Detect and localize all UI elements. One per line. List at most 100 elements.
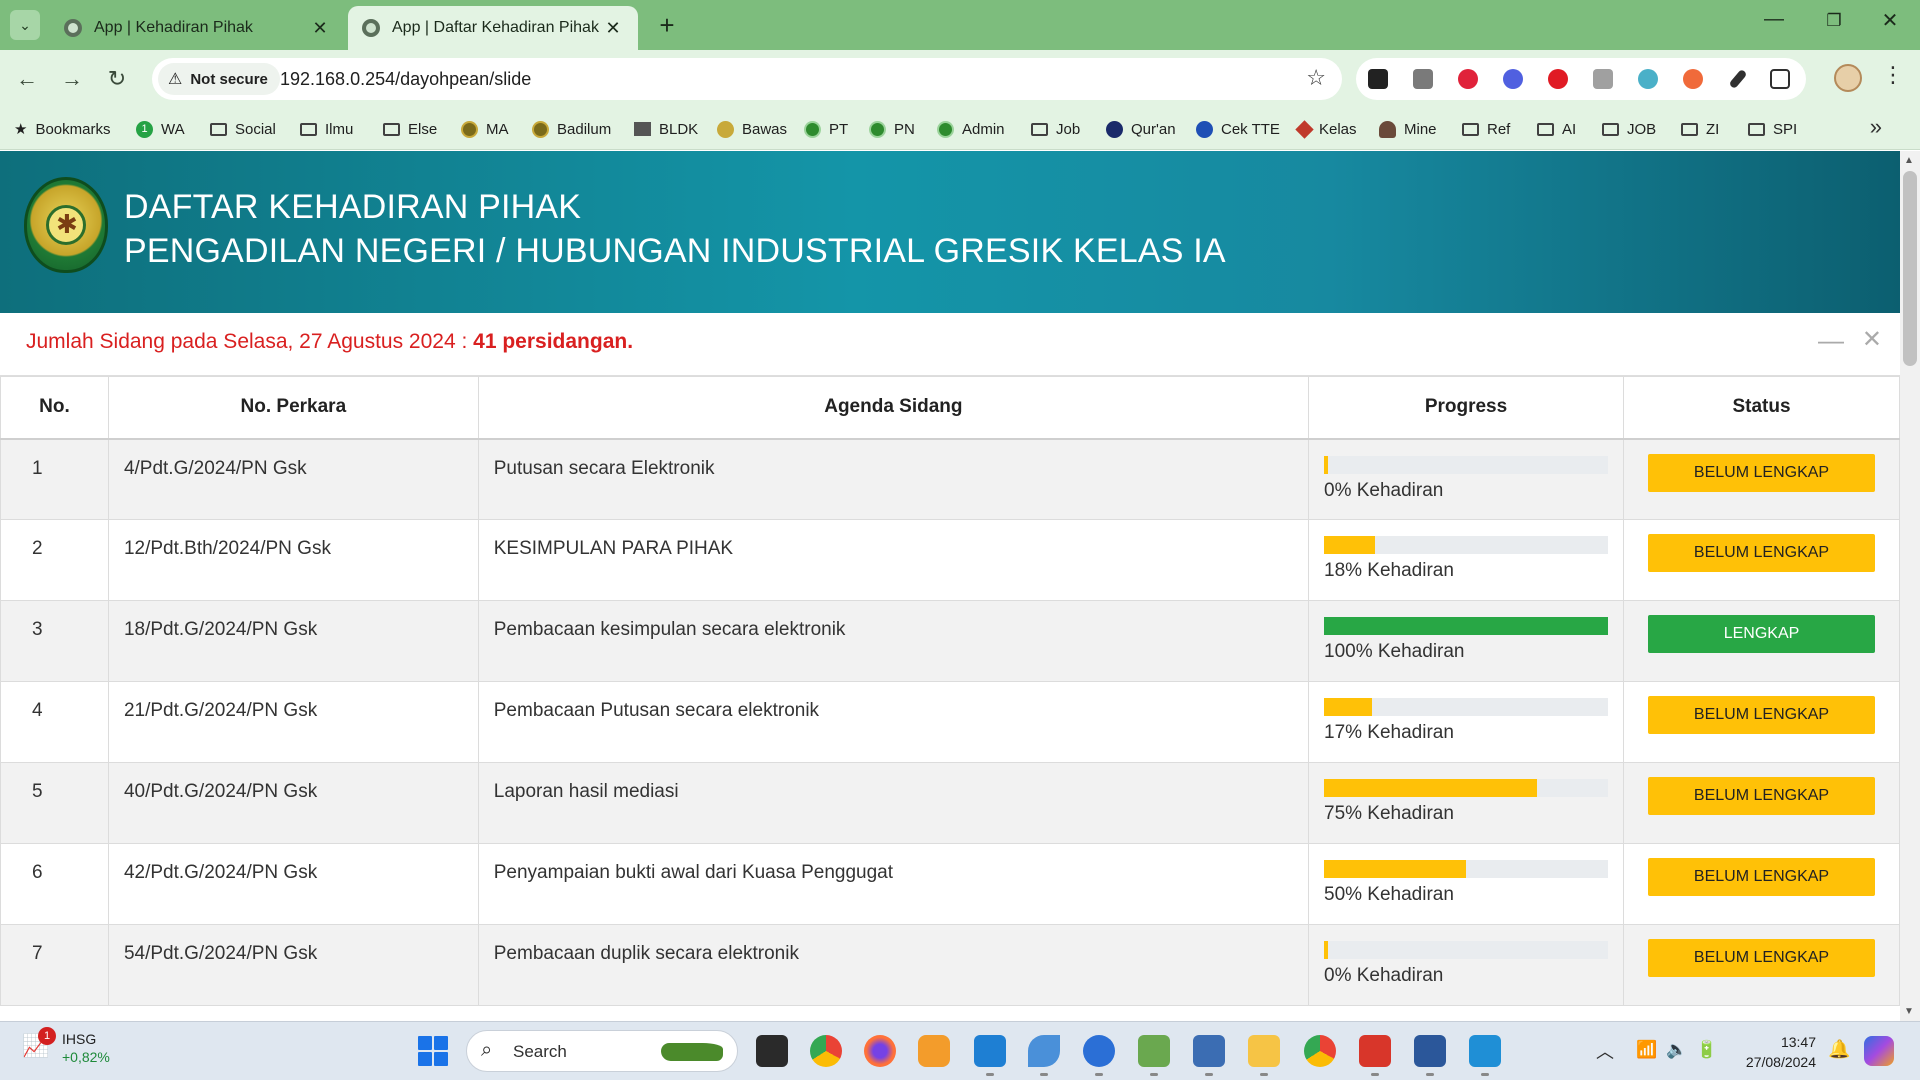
- globe-icon: [362, 19, 380, 37]
- app-icon[interactable]: [1083, 1035, 1115, 1076]
- bookmark-item[interactable]: Ref: [1462, 117, 1510, 141]
- pinterest-icon[interactable]: [1458, 69, 1478, 89]
- scroll-up-icon[interactable]: ▲: [1904, 155, 1914, 166]
- tab-kehadiran-pihak[interactable]: App | Kehadiran Pihak ✕: [50, 6, 345, 50]
- bookmark-item[interactable]: BLDK: [634, 117, 698, 141]
- window-restore-button[interactable]: ❐: [1814, 11, 1854, 31]
- window-minimize-button[interactable]: —: [1754, 8, 1794, 31]
- bookmark-item[interactable]: Badilum: [532, 117, 611, 141]
- extension-icon[interactable]: [1413, 69, 1433, 89]
- bookmark-label: Ilmu: [325, 120, 354, 138]
- app-icon[interactable]: [1028, 1035, 1060, 1076]
- bookmark-item[interactable]: Bawas: [717, 117, 787, 141]
- start-button[interactable]: [418, 1036, 448, 1066]
- scroll-thumb[interactable]: [1903, 171, 1917, 366]
- network-app-icon[interactable]: [1138, 1035, 1170, 1076]
- puzzle-icon[interactable]: [1770, 69, 1790, 89]
- bookmark-item[interactable]: Ilmu: [300, 117, 353, 141]
- adblock-icon[interactable]: [1548, 69, 1568, 89]
- uc-browser-icon[interactable]: [918, 1035, 950, 1067]
- bookmark-item[interactable]: 1 WA: [136, 117, 185, 141]
- bookmark-item[interactable]: ★ Bookmarks: [14, 117, 110, 141]
- more-menu-icon[interactable]: ⋮: [1882, 62, 1904, 88]
- bookmark-label: Badilum: [557, 120, 612, 138]
- bookmark-item[interactable]: Mine: [1379, 117, 1437, 141]
- close-panel-icon[interactable]: ✕: [1862, 325, 1882, 354]
- extension-icon[interactable]: [1683, 69, 1703, 89]
- taskbar: 📈 1 IHSG +0,82% ⌕ Search ︿ 📶 🔈 🔋 13:47 2…: [0, 1021, 1920, 1080]
- profile-avatar[interactable]: [1834, 64, 1862, 92]
- system-clock[interactable]: 13:47 27/08/2024: [1730, 1032, 1816, 1072]
- taskbar-search[interactable]: ⌕ Search: [466, 1030, 738, 1072]
- task-view-icon[interactable]: [756, 1035, 788, 1067]
- security-indicator[interactable]: ⚠ Not secure: [158, 63, 280, 95]
- cell-no: 3: [0, 600, 109, 682]
- reload-button[interactable]: ↻: [102, 64, 132, 94]
- back-button[interactable]: ←: [12, 64, 42, 94]
- tray-overflow-icon[interactable]: ︿: [1596, 1038, 1614, 1064]
- chrome-icon[interactable]: [810, 1035, 842, 1067]
- volume-icon[interactable]: 🔈: [1666, 1040, 1687, 1060]
- bookmark-item[interactable]: PN: [869, 117, 915, 141]
- cell-status: BELUM LENGKAP: [1623, 438, 1900, 520]
- extension-icon[interactable]: [1503, 69, 1523, 89]
- bookmark-item[interactable]: Else: [383, 117, 437, 141]
- close-tab-icon[interactable]: ✕: [309, 18, 331, 39]
- bookmark-item[interactable]: AI: [1537, 117, 1576, 141]
- bookmark-item[interactable]: PT: [804, 117, 848, 141]
- bookmark-label: Ref: [1487, 120, 1511, 138]
- tab-search-button[interactable]: ⌄: [10, 10, 40, 40]
- remote-desktop-icon[interactable]: [1193, 1035, 1225, 1076]
- address-bar[interactable]: ⚠ Not secure 192.168.0.254/dayohpean/sli…: [152, 58, 1342, 100]
- stock-widget[interactable]: 📈 1 IHSG +0,82%: [22, 1027, 110, 1066]
- new-tab-button[interactable]: +: [652, 10, 682, 41]
- bookmark-item[interactable]: MA: [461, 117, 509, 141]
- bookmark-item[interactable]: Social: [210, 117, 276, 141]
- battery-icon[interactable]: 🔋: [1696, 1040, 1717, 1060]
- copilot-icon[interactable]: [1864, 1036, 1894, 1066]
- scroll-down-icon[interactable]: ▼: [1904, 1006, 1914, 1017]
- progress-label: 17% Kehadiran: [1324, 722, 1454, 743]
- bookmark-item[interactable]: ZI: [1681, 117, 1719, 141]
- camera-icon[interactable]: [1593, 69, 1613, 89]
- bookmark-item[interactable]: SPI: [1748, 117, 1797, 141]
- notification-bell-icon[interactable]: 🔔: [1828, 1039, 1850, 1060]
- bookmark-item[interactable]: Admin: [937, 117, 1005, 141]
- tab-daftar-kehadiran-pihak[interactable]: App | Daftar Kehadiran Pihak ✕: [348, 6, 638, 50]
- chrome-active-icon[interactable]: [1304, 1035, 1336, 1067]
- extension-icon[interactable]: [1368, 69, 1388, 89]
- eyedropper-icon[interactable]: [1728, 68, 1748, 90]
- vscode-icon[interactable]: [974, 1035, 1006, 1076]
- bookmark-item[interactable]: Qur'an: [1106, 117, 1176, 141]
- more-bookmarks-icon[interactable]: »: [1870, 114, 1882, 140]
- word-icon[interactable]: [1414, 1035, 1446, 1076]
- pdf-app-icon[interactable]: [1359, 1035, 1391, 1076]
- wifi-icon[interactable]: 📶: [1636, 1040, 1657, 1060]
- search-highlight-icon: [661, 1043, 723, 1061]
- court-emblem-icon: [46, 205, 86, 245]
- status-badge: BELUM LENGKAP: [1648, 534, 1875, 572]
- file-explorer-icon[interactable]: [1248, 1035, 1280, 1076]
- table-body: 1 4/Pdt.G/2024/PN Gsk Putusan secara Elekt…: [0, 438, 1900, 1006]
- cell-progress: 17% Kehadiran: [1308, 681, 1624, 763]
- cell-no: 1: [0, 438, 109, 520]
- progress-label: 0% Kehadiran: [1324, 479, 1444, 501]
- bookmark-item[interactable]: Cek TTE: [1196, 117, 1280, 141]
- page-scrollbar[interactable]: ▲ ▼: [1900, 151, 1920, 1021]
- notepad-icon[interactable]: [1469, 1035, 1501, 1076]
- url-text[interactable]: 192.168.0.254/dayohpean/slide: [280, 69, 531, 90]
- firefox-icon[interactable]: [864, 1035, 896, 1067]
- page-header: DAFTAR KEHADIRAN PIHAK PENGADILAN NEGERI…: [0, 151, 1900, 313]
- bookmark-item[interactable]: Job: [1031, 117, 1080, 141]
- bookmark-item[interactable]: Kelas: [1295, 117, 1357, 141]
- window-close-button[interactable]: ✕: [1870, 8, 1910, 33]
- extension-icon[interactable]: [1638, 69, 1658, 89]
- close-tab-icon[interactable]: ✕: [602, 18, 624, 39]
- table-row: 7 54/Pdt.G/2024/PN Gsk Pembacaan duplik se…: [0, 924, 1900, 1006]
- progress-bar: [1324, 455, 1608, 474]
- cell-no: 6: [0, 843, 109, 925]
- bookmark-item[interactable]: JOB: [1602, 117, 1656, 141]
- bookmark-star-icon[interactable]: ☆: [1306, 65, 1326, 91]
- forward-button[interactable]: →: [57, 64, 87, 94]
- collapse-panel-icon[interactable]: —: [1818, 325, 1844, 356]
